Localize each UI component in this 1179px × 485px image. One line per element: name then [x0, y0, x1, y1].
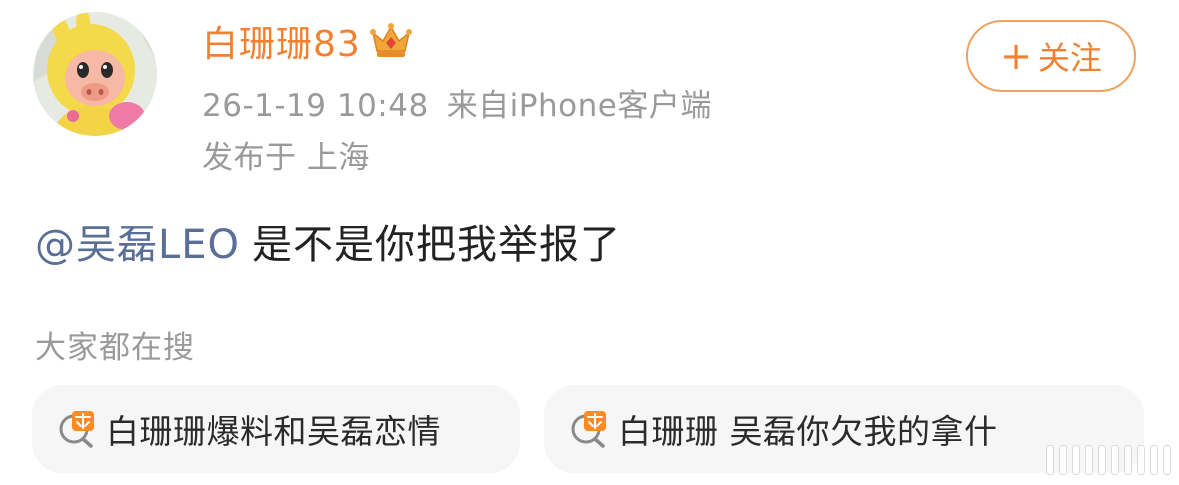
- post-body: @吴磊LEO 是不是你把我举报了: [35, 212, 621, 270]
- weibo-post: 白珊珊83 26-1-19 10:48 来自iPhone客户端 发布于 上海 + …: [0, 0, 1179, 485]
- post-body-text: 是不是你把我举报了: [252, 222, 622, 268]
- search-suggestion-chip[interactable]: 白珊珊爆料和吴磊恋情: [32, 385, 520, 473]
- avatar[interactable]: [33, 12, 157, 136]
- search-section-label: 大家都在搜: [35, 330, 195, 366]
- search-suggestion-label: 白珊珊 吴磊你欠我的拿什: [618, 412, 998, 451]
- post-source: 来自iPhone客户端: [446, 88, 712, 124]
- avatar-image: [33, 12, 157, 136]
- follow-button[interactable]: + 关注: [966, 20, 1136, 92]
- search-suggestion-label: 白珊珊爆料和吴磊恋情: [106, 412, 441, 451]
- watermark: [1046, 445, 1171, 475]
- post-location: 发布于 上海: [202, 140, 370, 176]
- plus-icon: +: [1000, 34, 1032, 78]
- post-meta: 26-1-19 10:48 来自iPhone客户端: [202, 80, 712, 125]
- author-row: 白珊珊83: [202, 16, 413, 66]
- post-timestamp: 26-1-19 10:48: [202, 88, 429, 124]
- hot-search-icon: [59, 411, 94, 448]
- crown-icon[interactable]: [369, 21, 413, 61]
- mention-link[interactable]: @吴磊LEO: [35, 222, 240, 268]
- hot-search-icon: [571, 411, 606, 448]
- author-name[interactable]: 白珊珊83: [202, 15, 361, 67]
- follow-button-label: 关注: [1037, 39, 1102, 77]
